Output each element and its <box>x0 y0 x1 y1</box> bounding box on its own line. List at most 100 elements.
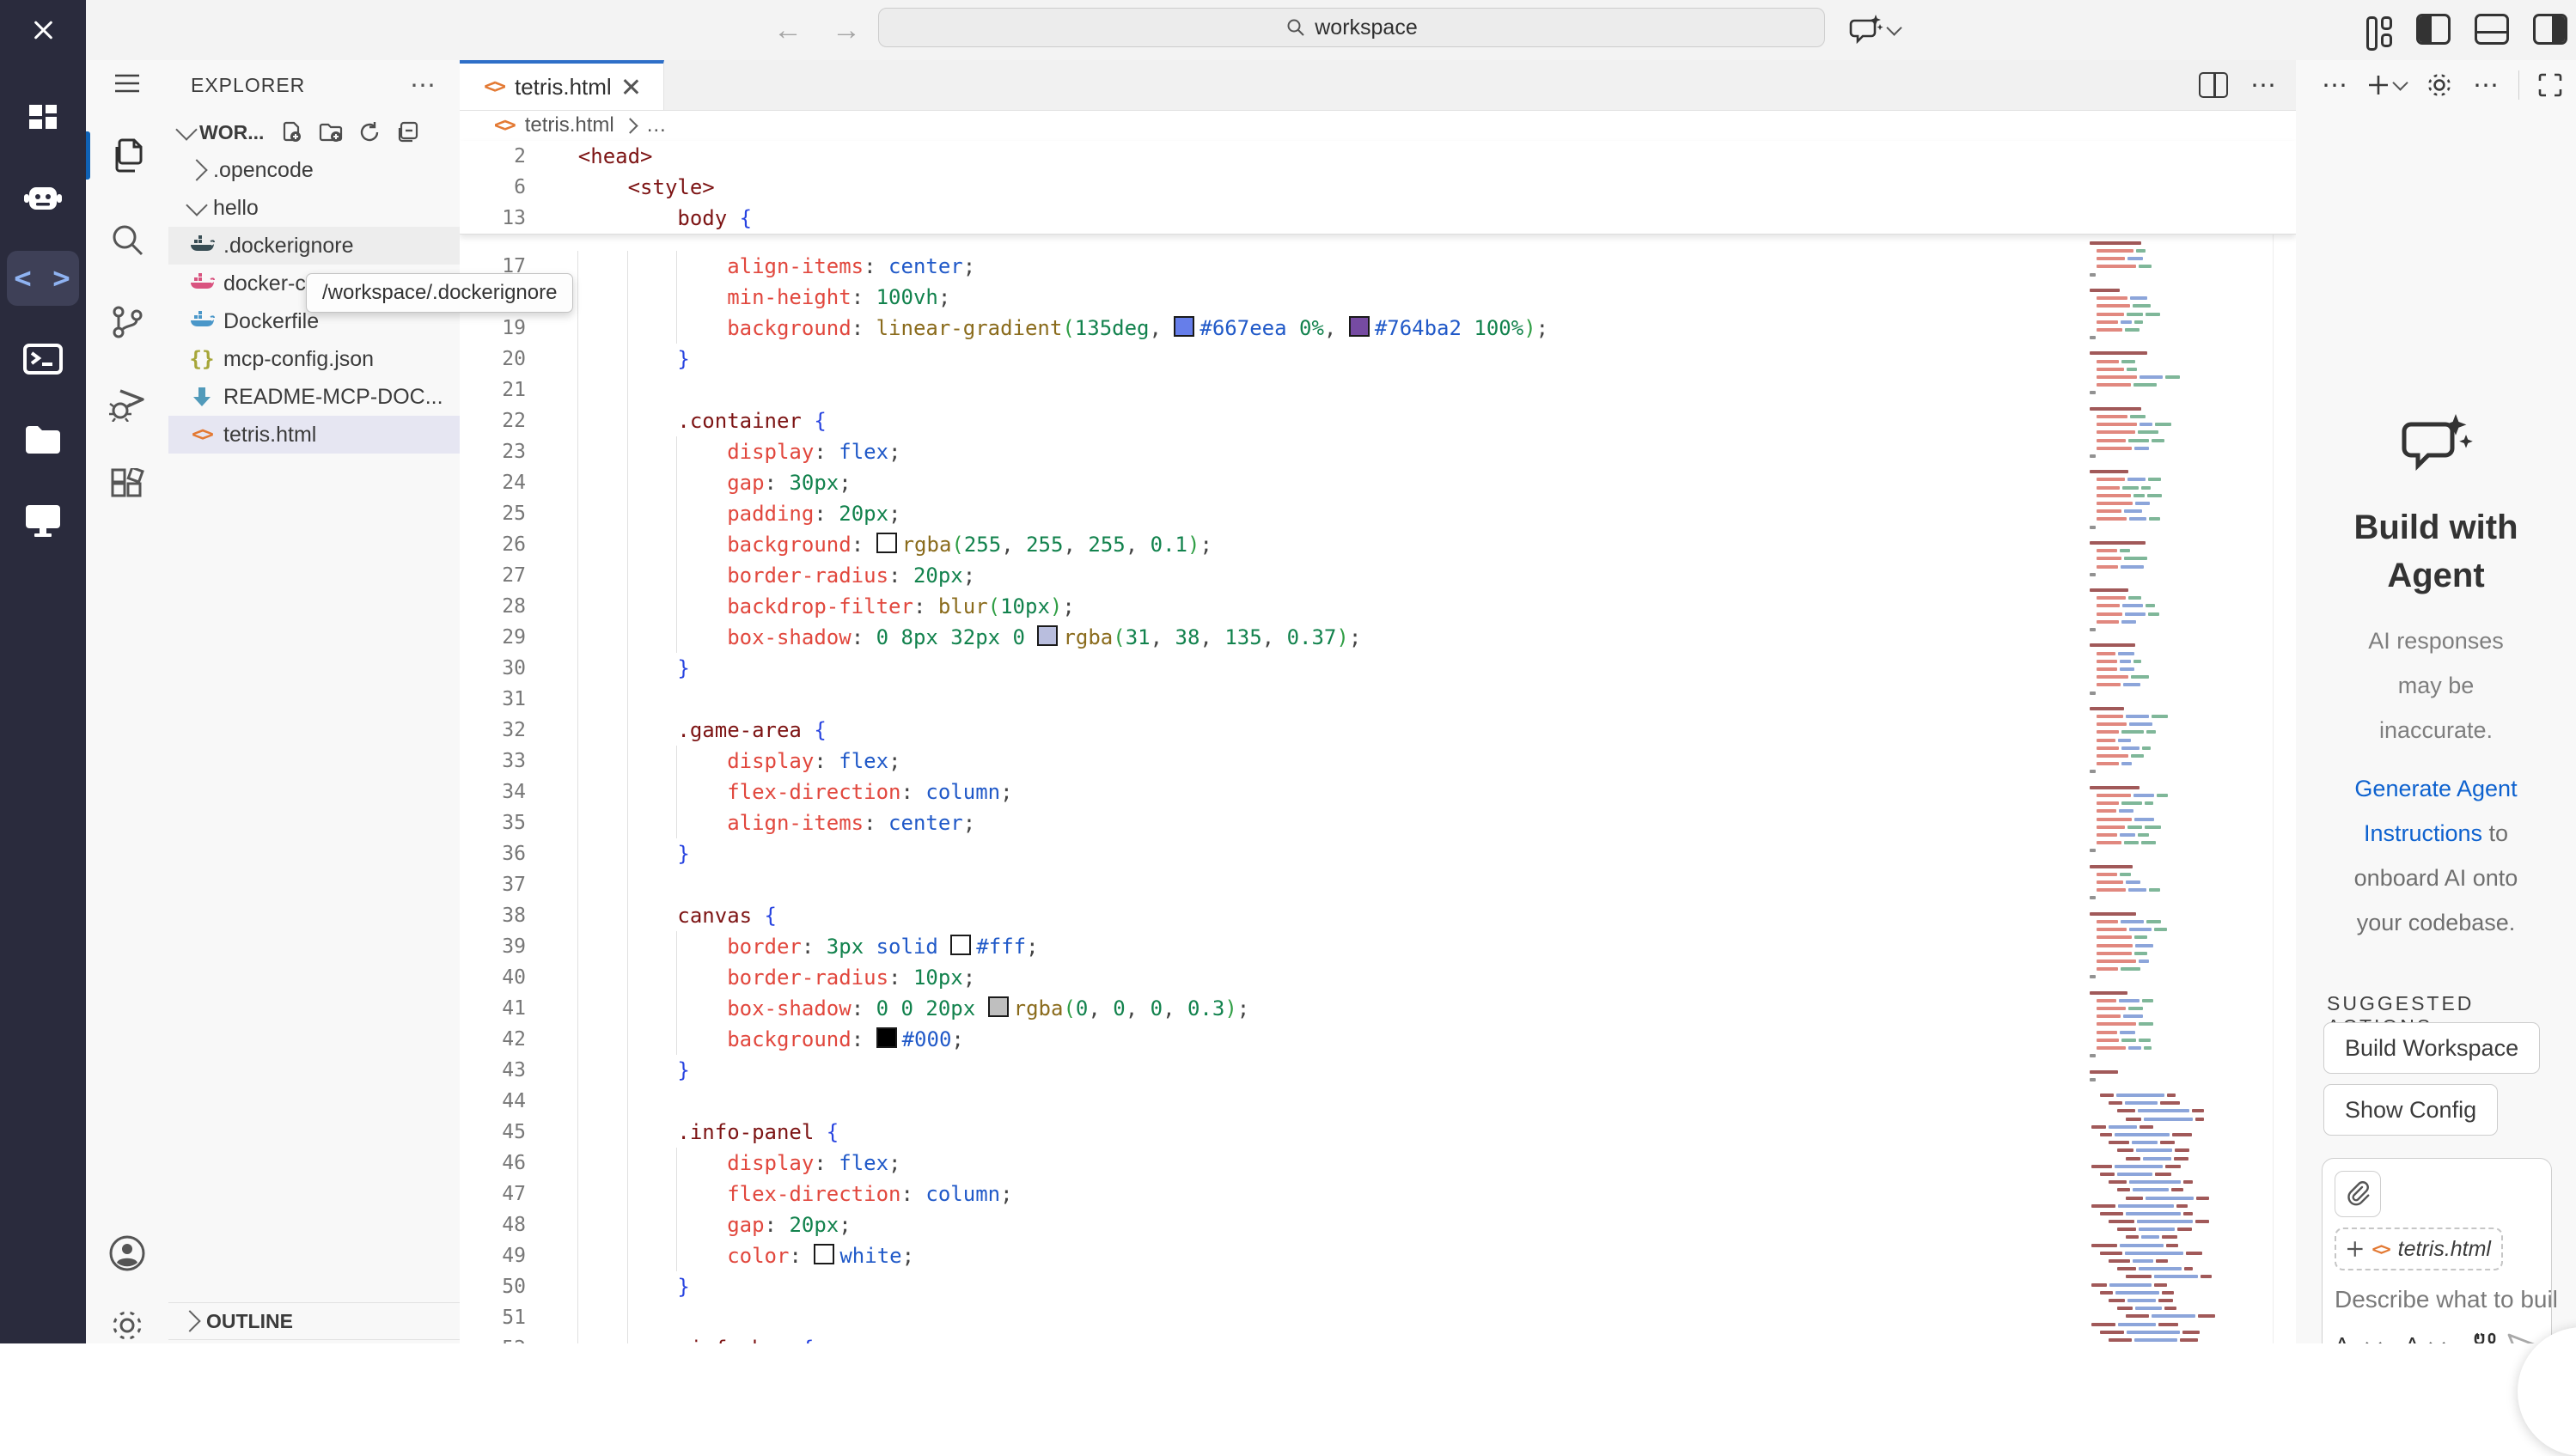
code-line[interactable]: 39 border: 3px solid #fff; <box>460 931 2296 962</box>
show-config-button[interactable]: Show Config <box>2323 1084 2498 1136</box>
source-control-icon[interactable] <box>86 291 168 353</box>
build-workspace-button[interactable]: Build Workspace <box>2323 1022 2540 1074</box>
customize-layout-icon[interactable] <box>2366 16 2392 42</box>
code-line[interactable]: 25 padding: 20px; <box>460 498 2296 529</box>
account-icon[interactable] <box>86 1222 168 1284</box>
dashboard-icon[interactable] <box>7 89 79 144</box>
terminal-icon[interactable] <box>7 332 79 387</box>
code-line[interactable]: 24 gap: 30px; <box>460 467 2296 498</box>
code-line[interactable]: 18 min-height: 100vh; <box>460 282 2296 313</box>
refresh-icon[interactable] <box>358 121 381 143</box>
code-line[interactable]: 43 } <box>460 1055 2296 1086</box>
panel-overflow-icon[interactable]: ⋯ <box>2473 70 2500 101</box>
code-line[interactable]: 50 } <box>460 1271 2296 1302</box>
folder-icon[interactable] <box>7 412 79 467</box>
code-line[interactable]: 37 <box>460 869 2296 900</box>
tree-item[interactable]: {}mcp-config.json <box>168 340 460 378</box>
code-line[interactable]: 13 body { <box>460 203 2296 234</box>
menu-icon[interactable] <box>86 52 168 114</box>
breadcrumb[interactable]: <> tetris.html … <box>494 110 667 141</box>
code-line[interactable]: 48 gap: 20px; <box>460 1209 2296 1240</box>
code-line[interactable]: 42 background: #000; <box>460 1024 2296 1055</box>
panel-settings-gear-icon[interactable] <box>2425 70 2454 100</box>
code-line[interactable]: 23 display: flex; <box>460 436 2296 467</box>
code-line[interactable]: 32 .game-area { <box>460 715 2296 746</box>
code-line[interactable]: 34 flex-direction: column; <box>460 777 2296 807</box>
floating-corner-button[interactable] <box>2518 1327 2576 1456</box>
close-window-button[interactable] <box>0 0 86 60</box>
code-line[interactable]: 30 } <box>460 653 2296 684</box>
chat-menu-button[interactable] <box>1847 12 1900 48</box>
generate-instructions-link[interactable]: Instructions <box>2364 820 2482 846</box>
command-center-search[interactable]: workspace <box>878 8 1825 47</box>
tree-item[interactable]: .opencode <box>168 151 460 189</box>
editor-actions-more-icon[interactable]: ⋯ <box>2250 70 2277 101</box>
maximize-panel-icon[interactable] <box>2538 73 2562 97</box>
toggle-secondary-sidebar-icon[interactable] <box>2533 14 2567 45</box>
generate-instructions-link[interactable]: Generate Agent <box>2354 776 2517 801</box>
code-line[interactable]: 6 <style> <box>460 172 2296 203</box>
send-icon[interactable] <box>2506 1331 2539 1343</box>
code-line[interactable]: 31 <box>460 684 2296 715</box>
attach-button[interactable] <box>2335 1171 2381 1217</box>
code-line[interactable]: 52 .info-box { <box>460 1333 2296 1343</box>
code-line[interactable]: 28 backdrop-filter: blur(10px); <box>460 591 2296 622</box>
tools-icon[interactable] <box>2470 1331 2500 1343</box>
code-area[interactable]: 17 align-items: center;18 min-height: 10… <box>460 251 2296 1343</box>
sticky-scroll[interactable]: 2 <head>6 <style>13 body { <box>460 141 2296 235</box>
code-line[interactable]: 33 display: flex; <box>460 746 2296 777</box>
nav-back-button[interactable]: ← <box>773 14 803 47</box>
split-editor-icon[interactable] <box>2199 72 2228 98</box>
context-file-chip[interactable]: <> tetris.html <box>2335 1228 2503 1270</box>
code-line[interactable]: 19 background: linear-gradient(135deg, #… <box>460 313 2296 344</box>
code-line[interactable]: 20 } <box>460 344 2296 375</box>
explorer-more-button[interactable]: ⋯ <box>410 70 437 101</box>
panel-more-icon[interactable]: ⋯ <box>2322 70 2348 101</box>
code-line[interactable]: 29 box-shadow: 0 8px 32px 0 rgba(31, 38,… <box>460 622 2296 653</box>
code-line[interactable]: 36 } <box>460 838 2296 869</box>
tree-item[interactable]: hello <box>168 189 460 227</box>
code-line[interactable]: 35 align-items: center; <box>460 807 2296 838</box>
code-line[interactable]: 51 <box>460 1302 2296 1333</box>
new-file-icon[interactable] <box>281 121 303 143</box>
chat-composer[interactable]: <> tetris.html Describe what to buil A..… <box>2322 1158 2552 1343</box>
code-line[interactable]: 21 <box>460 375 2296 405</box>
tree-item[interactable]: .dockerignore <box>168 227 460 265</box>
workspace-section-header[interactable]: WOR... <box>168 113 460 151</box>
code-line[interactable]: 46 display: flex; <box>460 1148 2296 1179</box>
code-line[interactable]: 27 border-radius: 20px; <box>460 560 2296 591</box>
agent-mode-dropdown[interactable]: A.. <box>2335 1332 2379 1344</box>
toggle-panel-icon[interactable] <box>2475 14 2509 45</box>
code-line[interactable]: 44 <box>460 1086 2296 1117</box>
tree-item[interactable]: <>tetris.html <box>168 416 460 454</box>
search-view-icon[interactable] <box>86 209 168 271</box>
code-line[interactable]: 47 flex-direction: column; <box>460 1179 2296 1209</box>
code-line[interactable]: 40 border-radius: 10px; <box>460 962 2296 993</box>
explorer-view-icon[interactable] <box>86 125 168 186</box>
monitor-icon[interactable] <box>7 493 79 548</box>
run-debug-icon[interactable] <box>86 373 168 435</box>
tab-tetris-html[interactable]: <> tetris.html <box>460 60 664 110</box>
new-chat-button[interactable] <box>2367 74 2406 96</box>
settings-gear-icon[interactable] <box>86 1295 168 1356</box>
new-folder-icon[interactable] <box>319 121 343 143</box>
code-line[interactable]: 41 box-shadow: 0 0 20px rgba(0, 0, 0, 0.… <box>460 993 2296 1024</box>
chat-input[interactable]: Describe what to buil <box>2335 1286 2558 1313</box>
code-view-button[interactable]: < > <box>7 251 79 306</box>
outline-section-header[interactable]: OUTLINE <box>168 1302 460 1340</box>
code-line[interactable]: 22 .container { <box>460 405 2296 436</box>
robot-icon[interactable] <box>7 170 79 225</box>
model-dropdown[interactable]: A. <box>2405 1332 2444 1344</box>
close-tab-icon[interactable] <box>622 78 639 95</box>
code-line[interactable]: 38 canvas { <box>460 900 2296 931</box>
minimap[interactable] <box>2079 144 2273 1343</box>
tree-item[interactable]: README-MCP-DOC... <box>168 378 460 416</box>
collapse-all-icon[interactable] <box>396 121 420 143</box>
toggle-primary-sidebar-icon[interactable] <box>2416 14 2451 45</box>
code-line[interactable]: 2 <head> <box>460 141 2296 172</box>
code-line[interactable]: 17 align-items: center; <box>460 251 2296 282</box>
scrollbar-track[interactable] <box>2273 144 2274 1343</box>
code-line[interactable]: 26 background: rgba(255, 255, 255, 0.1); <box>460 529 2296 560</box>
code-line[interactable]: 45 .info-panel { <box>460 1117 2296 1148</box>
code-line[interactable]: 49 color: white; <box>460 1240 2296 1271</box>
